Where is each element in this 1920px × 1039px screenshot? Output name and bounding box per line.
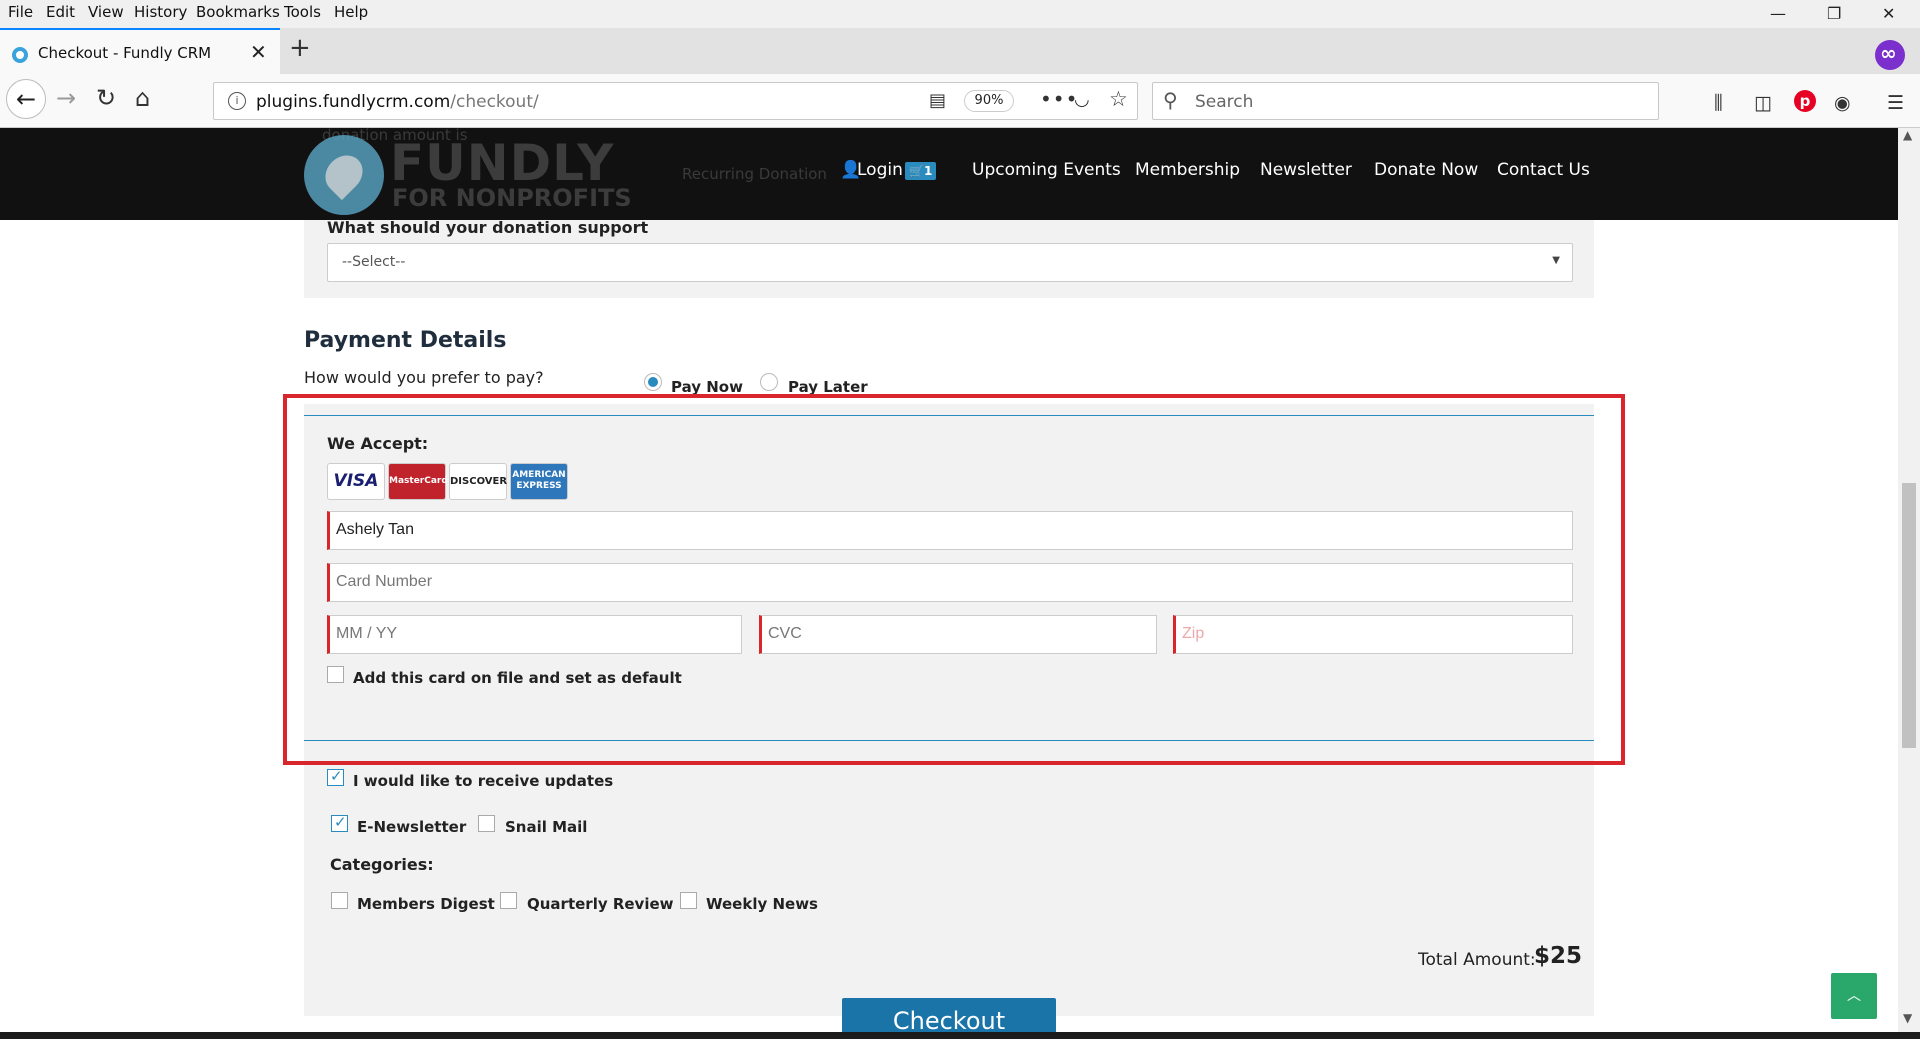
menu-edit[interactable]: Edit: [46, 3, 75, 21]
private-browsing-icon: [1875, 40, 1905, 70]
total-amount-value: $25: [1534, 943, 1583, 969]
menu-help[interactable]: Help: [334, 3, 368, 21]
logo-tagline: FOR NONPROFITS: [392, 184, 632, 212]
minimize-icon[interactable]: —: [1770, 4, 1786, 23]
enewsletter-checkbox[interactable]: [331, 813, 348, 832]
os-taskbar: [0, 1032, 1920, 1039]
sidebar-icon[interactable]: ◫: [1754, 92, 1772, 114]
new-tab-icon[interactable]: +: [289, 33, 311, 63]
navigation-toolbar: ← → ↻ ⌂ i plugins.fundlycrm.com/checkout…: [0, 74, 1920, 128]
library-icon[interactable]: ⫼: [1714, 92, 1723, 114]
forward-icon[interactable]: →: [56, 84, 76, 112]
search-placeholder: Search: [1195, 92, 1254, 112]
pay-later-radio[interactable]: [760, 373, 778, 391]
back-icon[interactable]: ←: [6, 79, 46, 119]
weekly-news-checkbox[interactable]: [680, 892, 697, 909]
pocket-icon[interactable]: ◡: [1074, 89, 1090, 110]
tab-title: Checkout - Fundly CRM: [38, 44, 212, 62]
scrollbar-thumb[interactable]: [1902, 483, 1916, 748]
pay-now-radio[interactable]: [644, 373, 662, 391]
nav-newsletter[interactable]: Newsletter: [1260, 160, 1352, 180]
receive-updates-checkbox[interactable]: [327, 767, 344, 786]
bookmark-star-icon[interactable]: ☆: [1109, 87, 1128, 111]
page-actions-icon[interactable]: •••: [1040, 87, 1078, 111]
donation-support-select[interactable]: --Select-- ▼: [327, 243, 1573, 282]
close-tab-icon[interactable]: ✕: [250, 40, 267, 64]
select-value: --Select--: [342, 254, 406, 270]
fundly-favicon-icon: [12, 47, 28, 63]
snail-mail-checkbox[interactable]: [478, 815, 495, 832]
nav-upcoming-events[interactable]: Upcoming Events: [972, 160, 1121, 180]
menu-bar: File Edit View History Bookmarks Tools H…: [0, 0, 1920, 28]
site-info-icon[interactable]: i: [228, 92, 246, 110]
donation-support-label: What should your donation support: [327, 218, 649, 237]
search-box[interactable]: ⚲ Search: [1152, 82, 1659, 120]
scroll-down-icon[interactable]: ▼: [1903, 1011, 1912, 1025]
menu-view[interactable]: View: [88, 3, 124, 21]
quarterly-review-label[interactable]: Quarterly Review: [527, 895, 674, 913]
tab-checkout[interactable]: Checkout - Fundly CRM ✕: [0, 28, 280, 74]
page-viewport: What should your donation support --Sele…: [0, 128, 1898, 1032]
menu-bookmarks[interactable]: Bookmarks: [196, 3, 280, 21]
reload-icon[interactable]: ↻: [96, 84, 116, 112]
page-scrollbar[interactable]: ▲ ▼: [1898, 128, 1920, 1032]
menu-tools[interactable]: Tools: [284, 3, 321, 21]
payment-question: How would you prefer to pay?: [304, 368, 544, 387]
menu-history[interactable]: History: [134, 3, 187, 21]
recurring-donation-label: Recurring Donation: [682, 165, 827, 183]
nav-donate-now[interactable]: Donate Now: [1374, 160, 1478, 180]
reader-view-icon[interactable]: ▤: [929, 90, 946, 111]
members-digest-label[interactable]: Members Digest: [357, 895, 495, 913]
snail-mail-label[interactable]: Snail Mail: [505, 818, 587, 836]
total-amount-label: Total Amount:: [1418, 950, 1536, 970]
address-bar[interactable]: i plugins.fundlycrm.com/checkout/ ▤ 90% …: [213, 82, 1138, 120]
tab-bar: Checkout - Fundly CRM ✕ +: [0, 28, 1920, 74]
nav-contact-us[interactable]: Contact Us: [1497, 160, 1590, 180]
site-header: donation amount is FUNDLY FOR NONPROFITS…: [0, 128, 1898, 220]
receive-updates-label[interactable]: I would like to receive updates: [353, 772, 613, 790]
scroll-up-icon[interactable]: ▲: [1903, 128, 1912, 142]
nav-membership[interactable]: Membership: [1135, 160, 1240, 180]
menu-file[interactable]: File: [8, 3, 33, 21]
url-text[interactable]: plugins.fundlycrm.com/checkout/: [256, 92, 539, 112]
payment-details-heading: Payment Details: [304, 328, 507, 353]
pinterest-icon[interactable]: p: [1794, 90, 1816, 112]
search-icon: ⚲: [1163, 88, 1178, 112]
cart-badge[interactable]: 🛒1: [905, 162, 937, 180]
home-icon[interactable]: ⌂: [135, 84, 150, 112]
members-digest-checkbox[interactable]: [331, 892, 348, 909]
scroll-to-top-button[interactable]: ︿: [1831, 973, 1877, 1019]
zoom-level[interactable]: 90%: [964, 90, 1014, 112]
highlight-box: [283, 394, 1625, 765]
restore-icon[interactable]: ❐: [1827, 4, 1841, 23]
close-window-icon[interactable]: ✕: [1882, 4, 1895, 23]
enewsletter-label[interactable]: E-Newsletter: [357, 818, 466, 836]
categories-label: Categories:: [330, 855, 434, 874]
weekly-news-label[interactable]: Weekly News: [706, 895, 818, 913]
nav-login[interactable]: Login: [857, 160, 903, 180]
checkout-button[interactable]: Checkout: [842, 998, 1056, 1032]
quarterly-review-checkbox[interactable]: [500, 892, 517, 909]
chevron-down-icon: ▼: [1552, 255, 1560, 266]
hamburger-menu-icon[interactable]: ☰: [1887, 92, 1904, 114]
fundly-logo-icon[interactable]: [304, 135, 384, 215]
account-icon[interactable]: ◉: [1834, 92, 1851, 114]
